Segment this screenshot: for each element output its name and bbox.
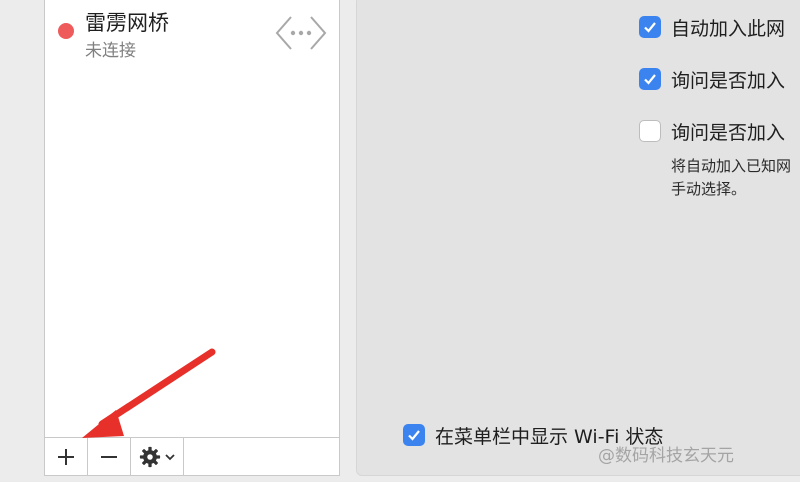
network-preferences-window: 雷雳网桥 未连接 自动加入此网 询问是否加入 询问是否加入 将自动加入已知网 手…	[0, 0, 800, 482]
chevron-down-icon	[164, 453, 175, 460]
gear-icon	[139, 446, 160, 467]
remove-service-button[interactable]	[88, 438, 131, 475]
add-service-button[interactable]	[45, 438, 88, 475]
hint-text-line-1: 将自动加入已知网	[671, 157, 792, 175]
auto-join-option[interactable]: 自动加入此网	[639, 13, 785, 41]
service-name: 雷雳网桥	[85, 11, 169, 35]
ask-join-hotspots-option[interactable]: 询问是否加入	[639, 117, 785, 145]
action-menu-button[interactable]	[131, 438, 184, 475]
auto-join-label: 自动加入此网	[671, 17, 786, 40]
show-wifi-status-checkbox[interactable]	[403, 424, 425, 446]
plus-icon	[58, 448, 74, 465]
ask-join-networks-label: 询问是否加入	[671, 69, 786, 92]
minus-icon	[101, 455, 117, 458]
watermark: @数码科技玄天元	[598, 446, 734, 466]
service-list-toolbar	[44, 438, 340, 476]
ask-join-networks-option[interactable]: 询问是否加入	[639, 65, 785, 93]
auto-join-checkbox[interactable]	[639, 16, 661, 38]
service-status: 未连接	[85, 41, 136, 61]
wifi-detail-panel: 自动加入此网 询问是否加入 询问是否加入 将自动加入已知网 手动选择。 在菜单栏…	[356, 0, 800, 476]
ask-join-hotspots-label: 询问是否加入	[671, 121, 786, 144]
thunderbolt-bridge-icon	[275, 16, 327, 50]
ask-join-networks-checkbox[interactable]	[639, 68, 661, 90]
checkmark-icon	[408, 430, 420, 441]
service-list: 雷雳网桥 未连接	[44, 0, 340, 438]
checkmark-icon	[644, 74, 656, 85]
ask-join-hotspots-checkbox[interactable]	[639, 120, 661, 142]
status-dot-icon	[58, 23, 74, 39]
service-item-thunderbolt-bridge[interactable]: 雷雳网桥 未连接	[45, 0, 339, 63]
hint-text-line-2: 手动选择。	[671, 180, 747, 198]
checkmark-icon	[644, 22, 656, 33]
